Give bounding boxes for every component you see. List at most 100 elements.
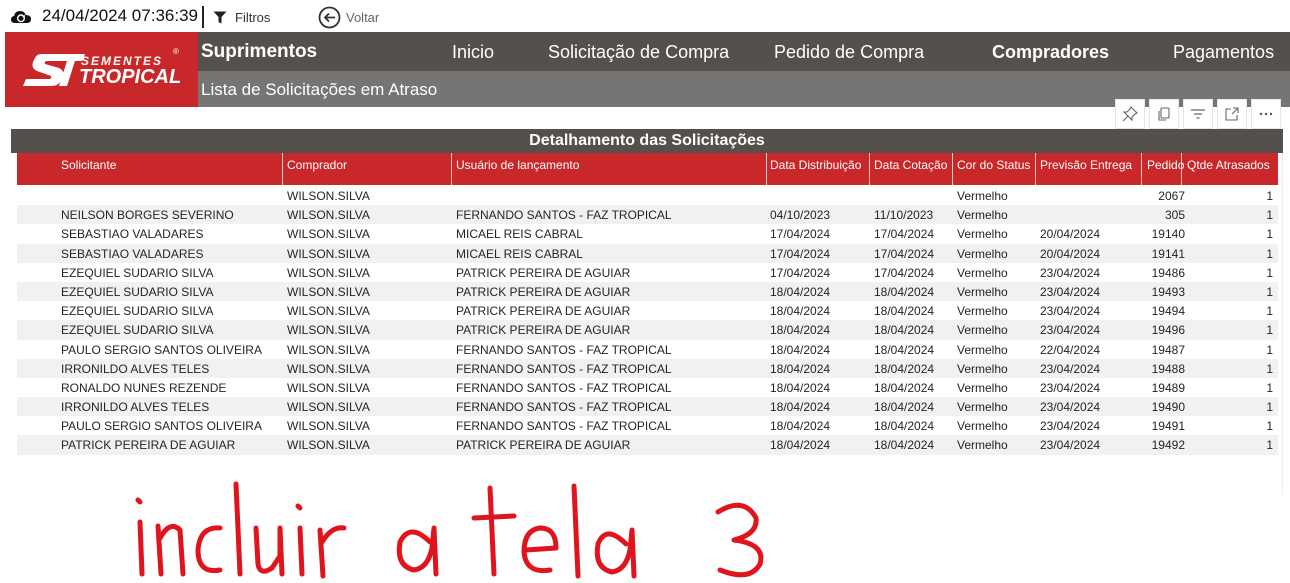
copy-icon[interactable] [1149,99,1179,129]
nav-pagamentos[interactable]: Pagamentos [1173,42,1274,63]
back-button[interactable]: Voltar [346,10,379,25]
col-cor-status-cell: Vermelho [957,284,1008,299]
table-row[interactable]: EZEQUIEL SUDARIO SILVA WILSON.SILVA PATRIC… [17,281,1278,302]
col-data-cotacao-header[interactable]: Data Cotação [874,158,947,172]
col-previsao-entrega-cell: 23/04/2024 [1040,438,1101,453]
table-row[interactable]: IRRONILDO ALVES TELES WILSON.SILVA FERNAND… [17,397,1278,417]
refresh-icon[interactable] [10,9,32,25]
section-title: Suprimentos [201,41,318,62]
col-usuario-lancamento-cell: FERNANDO SANTOS - FAZ TROPICAL [456,208,672,223]
col-solicitante-cell: EZEQUIEL SUDARIO SILVA [61,323,214,338]
table-row[interactable]: PAULO SERGIO SANTOS OLIVEIRA WILSON.SILVA… [17,340,1278,359]
col-qtde-atrasados-cell: 1 [1266,361,1273,376]
column-divider [282,153,283,185]
col-data-cotacao-cell: 17/04/2024 [874,265,935,280]
col-qtde-atrasados-cell: 1 [1266,246,1273,261]
refresh-timestamp: 24/04/2024 07:36:39 [42,6,198,25]
top-toolbar: 24/04/2024 07:36:39 Filtros Voltar [0,0,1290,32]
col-usuario-lancamento-cell: FERNANDO SANTOS - FAZ TROPICAL [456,400,672,415]
col-usuario-lancamento-cell: FERNANDO SANTOS - FAZ TROPICAL [456,342,672,357]
col-data-cotacao-cell: 18/04/2024 [874,419,935,434]
table-row[interactable]: PATRICK PEREIRA DE AGUIAR WILSON.SILVA PAT… [17,435,1278,455]
filter-lines-icon[interactable] [1183,99,1213,129]
col-cor-status-header[interactable]: Cor do Status [957,158,1030,172]
col-previsao-entrega-header[interactable]: Previsão Entrega [1040,158,1132,172]
col-solicitante-cell: SEBASTIAO VALADARES [61,227,204,242]
col-qtde-atrasados-cell: 1 [1266,284,1273,299]
column-divider [1181,153,1182,185]
table-row[interactable]: WILSON.SILVA Vermelho 2067 1 [17,186,1278,205]
col-qtde-atrasados-cell: 1 [1266,438,1273,453]
col-comprador-cell: WILSON.SILVA [287,342,370,357]
col-pedido-cell: 19492 [1151,438,1185,453]
col-data-distribuicao-cell: 18/04/2024 [770,419,831,434]
col-usuario-lancamento-cell: FERNANDO SANTOS - FAZ TROPICAL [456,380,672,395]
col-data-distribuicao-cell: 17/04/2024 [770,227,831,242]
col-pedido-cell: 305 [1164,208,1185,223]
table-row[interactable]: IRRONILDO ALVES TELES WILSON.SILVA FERNAND… [17,358,1278,378]
col-comprador-cell: WILSON.SILVA [287,208,370,223]
col-usuario-lancamento-cell: MICAEL REIS CABRAL [456,246,583,261]
table-row[interactable]: PAULO SERGIO SANTOS OLIVEIRA WILSON.SILVA… [17,416,1278,435]
nav-solicitacao-compra[interactable]: Solicitação de Compra [548,42,729,63]
col-data-cotacao-cell: 17/04/2024 [874,227,935,242]
col-solicitante-header[interactable]: Solicitante [61,158,116,172]
col-data-cotacao-cell: 17/04/2024 [874,246,935,261]
brand-registered: ® [173,47,179,56]
col-data-distribuicao-cell: 18/04/2024 [770,380,831,395]
col-usuario-lancamento-header[interactable]: Usuário de lançamento [456,158,579,172]
filter-icon[interactable] [213,11,227,24]
table-title: Detalhamento das Solicitações [11,129,1283,153]
col-qtde-atrasados-cell: 1 [1266,419,1273,434]
more-options-icon[interactable] [1251,99,1281,129]
col-previsao-entrega-cell: 20/04/2024 [1040,227,1101,242]
col-qtde-atrasados-cell: 1 [1266,227,1273,242]
col-previsao-entrega-cell: 22/04/2024 [1040,342,1101,357]
col-data-distribuicao-cell: 18/04/2024 [770,438,831,453]
col-solicitante-cell: PAULO SERGIO SANTOS OLIVEIRA [61,342,262,357]
nav-pedido-compra[interactable]: Pedido de Compra [774,42,924,63]
column-divider [952,153,953,185]
nav-inicio[interactable]: Inicio [452,42,494,63]
col-data-cotacao-cell: 11/10/2023 [874,208,934,223]
column-divider [1141,153,1142,185]
col-comprador-cell: WILSON.SILVA [287,246,370,261]
back-arrow-icon[interactable] [318,6,341,29]
col-data-distribuicao-cell: 18/04/2024 [770,304,831,319]
table-row[interactable]: SEBASTIAO VALADARES WILSON.SILVA MICAEL RE… [17,243,1278,263]
col-qtde-atrasados-cell: 1 [1266,342,1273,357]
col-solicitante-cell: RONALDO NUNES REZENDE [61,380,227,395]
col-pedido-header[interactable]: Pedido [1147,158,1184,172]
col-solicitante-cell: NEILSON BORGES SEVERINO [61,208,234,223]
table-row[interactable]: EZEQUIEL SUDARIO SILVA WILSON.SILVA PATRIC… [17,301,1278,320]
table-row[interactable]: SEBASTIAO VALADARES WILSON.SILVA MICAEL RE… [17,224,1278,243]
table-body[interactable]: WILSON.SILVA Vermelho 2067 1 NEILSON BORGES … [17,186,1278,455]
column-divider [1035,153,1036,185]
col-cor-status-cell: Vermelho [957,227,1008,242]
col-solicitante-cell: PAULO SERGIO SANTOS OLIVEIRA [61,419,262,434]
col-pedido-cell: 19488 [1151,361,1185,376]
col-data-distribuicao-cell: 18/04/2024 [770,400,831,415]
col-pedido-cell: 2067 [1158,189,1185,203]
col-data-distribuicao-header[interactable]: Data Distribuição [770,158,861,172]
brand-line2: TROPICAL [79,66,182,88]
table-row[interactable]: EZEQUIEL SUDARIO SILVA WILSON.SILVA PATRIC… [17,320,1278,340]
table-row[interactable]: NEILSON BORGES SEVERINO WILSON.SILVA FERNA… [17,205,1278,225]
col-usuario-lancamento-cell: MICAEL REIS CABRAL [456,227,583,242]
col-qtde-atrasados-cell: 1 [1266,304,1273,319]
col-data-distribuicao-cell: 18/04/2024 [770,284,831,299]
col-data-cotacao-cell: 18/04/2024 [874,304,935,319]
nav-compradores[interactable]: Compradores [992,42,1109,63]
col-comprador-cell: WILSON.SILVA [287,265,370,280]
col-comprador-cell: WILSON.SILVA [287,361,370,376]
col-comprador-header[interactable]: Comprador [287,158,347,172]
table-row[interactable]: RONALDO NUNES REZENDE WILSON.SILVA FERNAND… [17,378,1278,397]
pin-icon[interactable] [1115,99,1145,129]
col-comprador-cell: WILSON.SILVA [287,419,370,434]
table-visual: Detalhamento das Solicitações Solicitant… [11,129,1283,495]
col-pedido-cell: 19486 [1151,265,1185,280]
filters-button[interactable]: Filtros [235,10,270,25]
col-qtde-atrasados-header[interactable]: Qtde Atrasados [1187,158,1270,172]
table-row[interactable]: EZEQUIEL SUDARIO SILVA WILSON.SILVA PATRIC… [17,263,1278,282]
focus-mode-icon[interactable] [1217,99,1247,129]
